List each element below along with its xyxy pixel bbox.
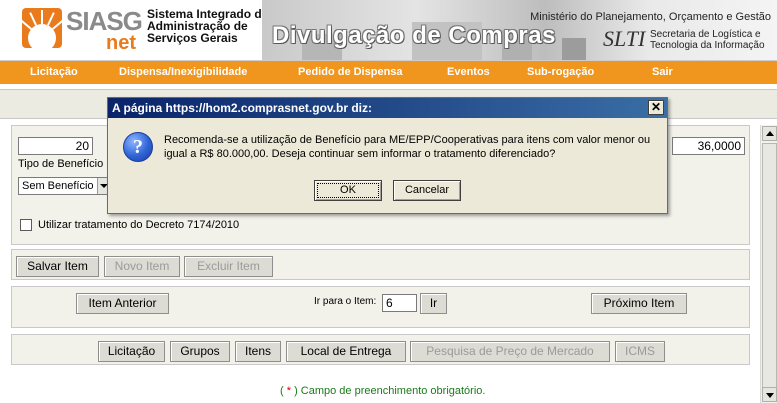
next-item-button[interactable]: Próximo Item: [591, 293, 687, 314]
menu-item-eventos[interactable]: Eventos: [447, 66, 490, 78]
tab-itens[interactable]: Itens: [235, 341, 281, 362]
dialog-title-bar[interactable]: A página https://hom2.comprasnet.gov.br …: [108, 98, 667, 118]
menu-item-sub-rogacao[interactable]: Sub-rogação: [527, 66, 594, 78]
arrow-down-icon: [766, 393, 774, 398]
item-actions-panel: Salvar Item Novo Item Excluir Item: [11, 249, 750, 280]
menu-item-sair[interactable]: Sair: [652, 66, 673, 78]
system-name-line: Serviços Gerais: [147, 31, 238, 45]
menu-item-dispensa[interactable]: Dispensa/Inexigibilidade: [119, 66, 247, 78]
logo-subtext: net: [106, 32, 136, 54]
delete-item-button[interactable]: Excluir Item: [184, 256, 273, 277]
scroll-down-button[interactable]: [762, 387, 777, 402]
banner-title: Divulgação de Compras: [272, 22, 556, 49]
goto-item-label: Ir para o Item:: [314, 296, 377, 307]
ok-button[interactable]: OK: [314, 180, 382, 201]
dialog-title: A página https://hom2.comprasnet.gov.br …: [112, 101, 373, 115]
main-menu: Licitação Dispensa/Inexigibilidade Pedid…: [0, 61, 777, 84]
cancel-button[interactable]: Cancelar: [393, 180, 461, 201]
tab-pesquisa-preco[interactable]: Pesquisa de Preço de Mercado: [410, 341, 610, 362]
close-icon: ✕: [650, 100, 662, 114]
menu-item-pedido-dispensa[interactable]: Pedido de Dispensa: [298, 66, 403, 78]
section-tabs-panel: Licitação Grupos Itens Local de Entrega …: [11, 334, 750, 365]
required-field-note: ( * ) Campo de preenchimento obrigatório…: [280, 385, 485, 397]
tab-grupos[interactable]: Grupos: [170, 341, 230, 362]
menu-item-licitacao[interactable]: Licitação: [30, 66, 78, 78]
slti-name-line: Tecnologia da Informação: [650, 40, 765, 51]
confirm-dialog: A página https://hom2.comprasnet.gov.br …: [107, 97, 668, 214]
required-note-open: (: [280, 385, 287, 397]
goto-item-input[interactable]: 6: [382, 294, 417, 312]
value-input[interactable]: 36,0000: [672, 137, 745, 155]
slti-name-line: Secretaria de Logística e: [650, 29, 761, 40]
new-item-button[interactable]: Novo Item: [104, 256, 180, 277]
required-note-text: ) Campo de preenchimento obrigatório.: [291, 385, 486, 397]
decree-label: Utilizar tratamento do Decreto 7174/2010: [38, 219, 240, 231]
tab-icms[interactable]: ICMS: [615, 341, 665, 362]
tab-local-entrega[interactable]: Local de Entrega: [286, 341, 406, 362]
question-icon: ?: [123, 132, 153, 162]
decree-checkbox[interactable]: [20, 219, 32, 231]
page-scrollbar[interactable]: [760, 125, 777, 403]
ministry-name: Ministério do Planejamento, Orçamento e …: [530, 11, 771, 23]
system-name: Sistema Integrado de Administração de Se…: [147, 8, 268, 44]
scroll-up-button[interactable]: [762, 126, 777, 141]
item-navigation-panel: Item Anterior Ir para o Item: 6 Ir Próxi…: [11, 286, 750, 328]
benefit-label: Tipo de Benefício: [18, 158, 104, 170]
app-header: SIASG net Sistema Integrado de Administr…: [0, 0, 777, 61]
arrow-up-icon: [766, 131, 774, 136]
previous-item-button[interactable]: Item Anterior: [76, 293, 169, 314]
benefit-select-value: Sem Benefício: [22, 180, 94, 192]
goto-item-button[interactable]: Ir: [420, 293, 447, 314]
scrollbar-thumb[interactable]: [762, 143, 777, 393]
sun-icon: [22, 8, 62, 48]
save-item-button[interactable]: Salvar Item: [16, 256, 99, 277]
tab-licitacao[interactable]: Licitação: [98, 341, 165, 362]
dialog-message: Recomenda-se a utilização de Benefício p…: [164, 134, 651, 160]
siasg-logo[interactable]: SIASG net: [22, 6, 143, 58]
benefit-select[interactable]: Sem Benefício: [18, 177, 110, 195]
slti-logo: SLTI: [603, 26, 646, 51]
slti-name: Secretaria de Logística e Tecnologia da …: [650, 29, 765, 51]
close-button[interactable]: ✕: [648, 100, 664, 115]
quantity-input[interactable]: 20: [18, 137, 93, 155]
